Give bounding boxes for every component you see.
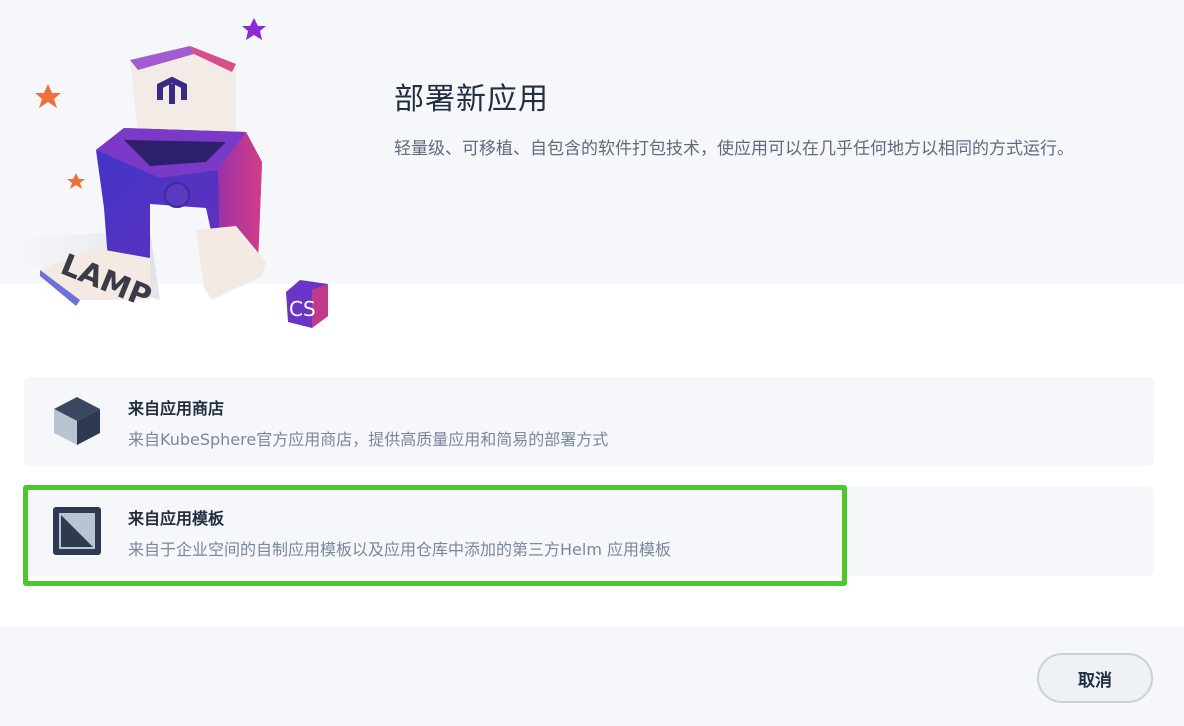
deploy-app-dialog: LAMP CS 部署新应用 轻量级、可移植、自包含的软件打包技术，使应用可以在几… — [0, 0, 1184, 726]
option-title: 来自应用商店 — [128, 399, 225, 418]
cancel-button[interactable]: 取消 — [1037, 653, 1153, 703]
cube-icon — [54, 397, 100, 445]
option-app-store[interactable]: 来自应用商店 来自KubeSphere官方应用商店，提供高质量应用和简易的部署方… — [24, 377, 1154, 466]
option-description: 来自KubeSphere官方应用商店，提供高质量应用和简易的部署方式 — [128, 430, 609, 449]
helm-lamp-illustration-icon: LAMP CS — [0, 18, 328, 328]
dialog-footer: 取消 — [0, 627, 1184, 726]
dialog-description: 轻量级、可移植、自包含的软件打包技术，使应用可以在几乎任何地方以相同的方式运行。 — [394, 139, 1074, 159]
svg-text:CS: CS — [289, 297, 316, 321]
selection-highlight — [23, 485, 847, 586]
dialog-title: 部署新应用 — [394, 82, 549, 117]
